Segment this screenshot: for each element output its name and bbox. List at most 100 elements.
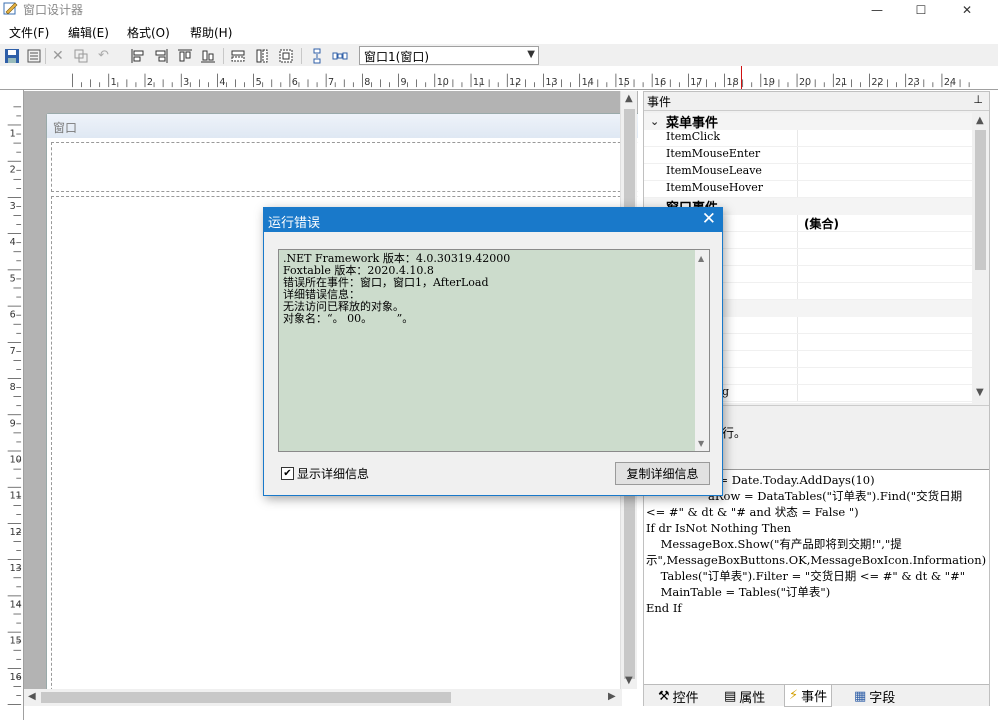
- error-line: 对象名：“。 00。 ”。: [283, 312, 414, 325]
- ruler-label: 15: [10, 636, 22, 647]
- vertical-spacing-icon[interactable]: [309, 48, 325, 64]
- vertical-ruler: 12345678910111213141516: [0, 90, 24, 720]
- ruler-label: 4: [219, 77, 225, 88]
- ruler-label: 19: [763, 77, 775, 88]
- close-button[interactable]: ✕: [944, 0, 990, 19]
- event-row[interactable]: ItemMouseHover: [644, 181, 989, 198]
- copy-icon[interactable]: [73, 48, 89, 64]
- menu-file[interactable]: 文件(F): [9, 24, 49, 41]
- align-right-icon[interactable]: [153, 48, 169, 64]
- collection-value: (集合): [804, 217, 839, 231]
- tab-properties[interactable]: ▤ 属性: [720, 685, 769, 707]
- code-line: 示",MessageBoxButtons.OK,MessageBoxIcon.I…: [646, 553, 987, 567]
- tab-order-icon[interactable]: [26, 48, 42, 64]
- code-line: Tables("订单表").Filter = "交货日期 <= #" & dt …: [646, 569, 966, 583]
- ruler-label: 11: [10, 491, 22, 502]
- dialog-title: 运行错误: [268, 216, 321, 231]
- lightning-icon: ⚡: [789, 688, 799, 703]
- ruler-label: 14: [582, 77, 594, 88]
- minimize-button[interactable]: —: [854, 0, 900, 19]
- app-icon: [3, 2, 18, 15]
- ruler-label: 3: [183, 77, 189, 88]
- ruler-label: 2: [147, 77, 153, 88]
- code-line: If dr IsNot Nothing Then: [646, 521, 792, 535]
- ruler-label: 8: [364, 77, 370, 88]
- error-details-scrollbar[interactable]: ▲ ▼: [695, 250, 709, 451]
- ruler-label: 10: [10, 455, 22, 466]
- event-row[interactable]: ItemMouseEnter: [644, 147, 989, 164]
- code-line: MainTable = Tables("订单表"): [646, 585, 831, 599]
- ruler-label: 18: [727, 77, 739, 88]
- event-row[interactable]: ItemMouseLeave: [644, 164, 989, 181]
- same-width-icon[interactable]: [230, 48, 246, 64]
- event-panel-header: 事件 ⊥: [644, 92, 989, 111]
- align-top-icon[interactable]: [177, 48, 193, 64]
- pin-icon[interactable]: ⊥: [973, 93, 983, 106]
- tab-controls[interactable]: ⚒ 控件: [654, 685, 703, 707]
- cut-icon[interactable]: ✕: [52, 48, 68, 64]
- title-bar: 窗口设计器 — ☐ ✕: [0, 0, 998, 19]
- error-dialog: 运行错误 ✕ .NET Framework 版本：4.0.30319.42000…: [263, 207, 723, 496]
- ruler-label: 14: [10, 599, 22, 610]
- chevron-down-icon: ▼: [527, 49, 535, 60]
- code-editor[interactable]: e = Date.Today.AddDays(10) aRow = DataTab…: [644, 469, 989, 684]
- ruler-label: 7: [328, 77, 334, 88]
- horizontal-ruler: 1 2 3 4 5 6 7 8 9 10 11 12 13 14 15 16 17 18 19 20 21 22 23 24: [0, 66, 998, 90]
- ruler-label: 6: [292, 77, 298, 88]
- ruler-label: 22: [871, 77, 883, 88]
- ruler-label: 23: [908, 77, 920, 88]
- ruler-label: 10: [437, 77, 449, 88]
- ruler-label: 11: [473, 77, 485, 88]
- ruler-label: 6: [10, 310, 16, 321]
- align-left-icon[interactable]: [130, 48, 146, 64]
- dialog-close-button[interactable]: ✕: [702, 209, 716, 229]
- event-grid-scrollbar[interactable]: ▲ ▼: [972, 113, 989, 403]
- maximize-button[interactable]: ☐: [898, 0, 944, 19]
- code-line: End If: [646, 601, 682, 615]
- undo-icon[interactable]: ↶: [98, 48, 114, 64]
- show-details-label: 显示详细信息: [297, 467, 370, 481]
- tab-events[interactable]: ⚡ 事件: [784, 685, 833, 707]
- ruler-label: 15: [618, 77, 630, 88]
- copy-details-button[interactable]: 复制详细信息: [615, 462, 710, 485]
- ruler-label: 9: [10, 418, 16, 429]
- chevron-down-icon: ⌄: [650, 115, 660, 128]
- menu-help[interactable]: 帮助(H): [190, 24, 232, 41]
- error-details-textbox[interactable]: .NET Framework 版本：4.0.30319.42000 Foxtabl…: [278, 249, 710, 452]
- ruler-label: 24: [944, 77, 956, 88]
- dialog-title-bar: 运行错误 ✕: [264, 208, 722, 232]
- horizontal-spacing-icon[interactable]: [332, 48, 348, 64]
- code-line: <= #" & dt & "# and 状态 = False "): [646, 505, 859, 519]
- menu-format[interactable]: 格式(O): [127, 24, 170, 41]
- ruler-label: 12: [10, 527, 22, 538]
- ruler-label: 5: [256, 77, 262, 88]
- menu-edit[interactable]: 编辑(E): [68, 24, 109, 41]
- tab-fields[interactable]: ▦ 字段: [850, 685, 899, 707]
- canvas-horizontal-scrollbar[interactable]: ◀ ▶: [24, 689, 622, 706]
- ruler-label: 9: [400, 77, 406, 88]
- event-row[interactable]: ItemClick: [644, 130, 989, 147]
- show-details-checkbox[interactable]: ✔ 显示详细信息: [281, 465, 369, 482]
- ruler-label: 8: [10, 382, 16, 393]
- form-top-panel[interactable]: [51, 142, 638, 192]
- controls-icon: ⚒: [658, 688, 670, 704]
- ruler-label: 12: [509, 77, 521, 88]
- ruler-label: 16: [654, 77, 666, 88]
- designed-form-title: 窗口: [47, 114, 638, 138]
- ruler-label: 21: [835, 77, 847, 88]
- same-size-icon[interactable]: [278, 48, 294, 64]
- form-selector-value: 窗口1(窗口): [364, 50, 429, 64]
- save-icon[interactable]: [4, 48, 20, 64]
- menu-bar: 文件(F) 编辑(E) 格式(O) 帮助(H): [0, 22, 998, 42]
- align-bottom-icon[interactable]: [200, 48, 216, 64]
- category-menu-events[interactable]: ⌄ 菜单事件: [644, 113, 989, 131]
- ruler-label: 1: [111, 77, 117, 88]
- checkbox-check-icon[interactable]: ✔: [281, 467, 294, 480]
- panel-tabs: ⚒ 控件 ▤ 属性 ⚡ 事件 ▦ 字段: [644, 684, 989, 707]
- ruler-label: 7: [10, 346, 16, 357]
- properties-icon: ▤: [724, 688, 737, 704]
- form-selector[interactable]: 窗口1(窗口) ▼: [359, 46, 539, 65]
- ruler-label: 5: [10, 273, 16, 284]
- same-height-icon[interactable]: [254, 48, 270, 64]
- fields-icon: ▦: [854, 688, 867, 704]
